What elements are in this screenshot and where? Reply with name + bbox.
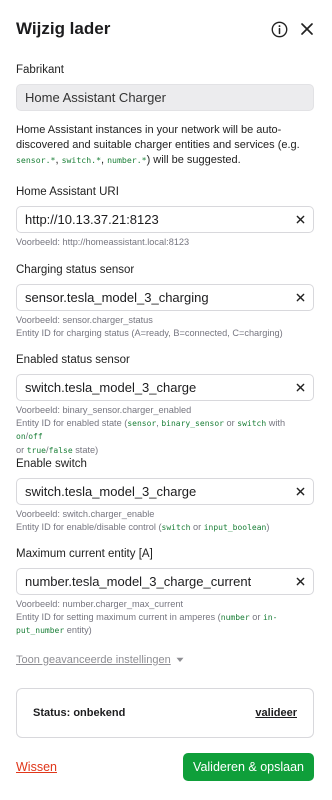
help-code: switch [237, 418, 267, 428]
help-code: false [48, 445, 73, 455]
max-current-section: Maximum current entity [A] number.tesla_… [16, 548, 314, 638]
enabled-status-help: Entity ID for enabled state (sensor, bin… [16, 417, 314, 458]
max-current-label: Maximum current entity [A] [16, 548, 153, 560]
code-number: number.* [107, 155, 147, 165]
help-text: or [16, 444, 27, 455]
max-current-example: Voorbeeld: number.charger_max_current [16, 599, 184, 609]
enable-switch-example: Voorbeeld: switch.charger_enable [16, 509, 155, 519]
enabled-status-input[interactable]: switch.tesla_model_3_charge [16, 374, 314, 401]
validate-save-button[interactable]: Valideren & opslaan [183, 753, 314, 781]
code-sensor: sensor.* [16, 155, 56, 165]
enabled-status-section: Enabled status sensor switch.tesla_model… [16, 354, 314, 457]
uri-value: http://10.13.37.21:8123 [25, 212, 159, 227]
help-text: Entity ID for enable/disable control ( [16, 521, 162, 532]
manufacturer-field: Home Assistant Charger [16, 84, 314, 111]
help-code: sensor [127, 418, 157, 428]
enable-switch-value: switch.tesla_model_3_charge [25, 484, 197, 499]
help-text: with [266, 417, 286, 428]
charging-status-section: Charging status sensor sensor.tesla_mode… [16, 264, 314, 339]
advanced-settings-label[interactable]: Toon geavanceerde instellingen [16, 654, 171, 666]
header-actions [270, 20, 316, 38]
manufacturer-section: Fabrikant Home Assistant Charger [16, 64, 314, 111]
help-text: entity) [64, 625, 92, 635]
help-code: switch [161, 522, 191, 532]
help-text: Entity ID for enabled state ( [16, 417, 128, 428]
uri-section: Home Assistant URI http://10.13.37.21:81… [16, 186, 314, 249]
enable-switch-label: Enable switch [16, 458, 87, 470]
uri-example: Voorbeeld: http://homeassistant.local:81… [16, 237, 190, 247]
max-current-help: Entity ID for setting maximum current in… [16, 611, 314, 638]
charging-status-input[interactable]: sensor.tesla_model_3_charging [16, 284, 314, 311]
intro-text: Home Assistant instances in your network… [16, 123, 314, 168]
help-text: or [190, 521, 204, 532]
dialog-title: Wijzig lader [16, 19, 111, 38]
help-text: or [249, 611, 263, 622]
help-text: or [223, 417, 238, 428]
uri-label: Home Assistant URI [16, 186, 119, 198]
charging-status-help: Entity ID for charging status (A=ready, … [16, 327, 283, 338]
help-code: number [220, 612, 250, 622]
clear-icon[interactable] [293, 291, 307, 305]
help-code: off [28, 432, 43, 441]
charging-status-label: Charging status sensor [16, 264, 135, 276]
max-current-input[interactable]: number.tesla_model_3_charge_current [16, 568, 314, 595]
status-text: Status: onbekend [33, 707, 126, 719]
enabled-status-example: Voorbeeld: binary_sensor.charger_enabled [16, 405, 192, 415]
chevron-down-icon [176, 654, 184, 666]
edit-charger-dialog: Wijzig lader Fabrikant Home Assistant Ch… [0, 0, 332, 800]
clear-icon[interactable] [293, 213, 307, 227]
help-text: state) [72, 444, 99, 455]
info-icon[interactable] [270, 20, 288, 38]
help-code: true [26, 445, 46, 455]
dialog-footer: Wissen Valideren & opslaan [16, 753, 314, 781]
dialog-header: Wijzig lader [16, 0, 316, 58]
help-code: binary_sensor [161, 418, 224, 428]
enable-switch-section: Enable switch switch.tesla_model_3_charg… [16, 458, 314, 534]
clear-icon[interactable] [293, 485, 307, 499]
help-code: on [16, 432, 26, 441]
clear-icon[interactable] [293, 381, 307, 395]
manufacturer-value: Home Assistant Charger [25, 90, 166, 105]
charging-status-value: sensor.tesla_model_3_charging [25, 290, 209, 305]
help-code: put_number [16, 626, 65, 635]
close-icon[interactable] [298, 20, 316, 38]
intro-text-part: ) will be suggested. [146, 154, 241, 166]
charging-status-example: Voorbeeld: sensor.charger_status [16, 315, 153, 325]
manufacturer-label: Fabrikant [16, 64, 64, 76]
enabled-status-label: Enabled status sensor [16, 354, 130, 366]
max-current-value: number.tesla_model_3_charge_current [25, 574, 252, 589]
enable-switch-input[interactable]: switch.tesla_model_3_charge [16, 478, 314, 505]
code-switch: switch.* [61, 155, 101, 165]
uri-input[interactable]: http://10.13.37.21:8123 [16, 206, 314, 233]
help-text: ) [266, 521, 270, 532]
intro-text-part: Home Assistant instances in your network… [16, 124, 300, 151]
clear-button[interactable]: Wissen [16, 760, 57, 774]
clear-icon[interactable] [293, 575, 307, 589]
status-panel: Status: onbekend valideer [16, 688, 314, 738]
help-text: Entity ID for setting maximum current in… [16, 611, 221, 622]
advanced-settings-toggle[interactable]: Toon geavanceerde instellingen [16, 654, 314, 666]
enable-switch-help: Entity ID for enable/disable control (sw… [16, 521, 314, 535]
enabled-status-value: switch.tesla_model_3_charge [25, 380, 197, 395]
validate-link[interactable]: valideer [255, 707, 297, 719]
help-code: in- [262, 612, 278, 622]
help-code: input_boolean [203, 522, 267, 532]
